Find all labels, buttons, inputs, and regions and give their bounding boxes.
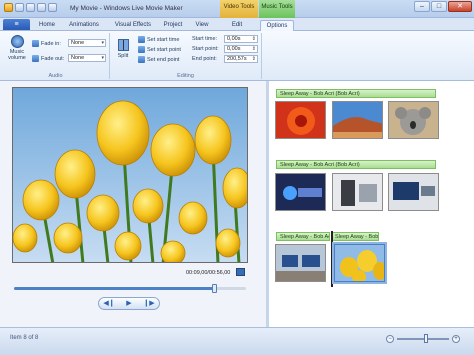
save-icon[interactable]	[15, 3, 24, 12]
fade-in-dropdown[interactable]: None	[68, 39, 106, 47]
desk-image	[389, 174, 438, 210]
fullscreen-button[interactable]	[236, 268, 245, 276]
clip-thumbnail-7[interactable]	[275, 244, 326, 282]
audio-group: Music volume Fade in: None Fade out: Non…	[2, 33, 110, 79]
playback-cursor[interactable]	[331, 231, 333, 287]
set-end-point-button[interactable]: Set end point	[138, 56, 179, 63]
end-point-icon	[138, 56, 145, 63]
koala-image	[389, 102, 438, 138]
context-group-video-tools: Video Tools	[220, 0, 258, 18]
music-caption-split[interactable]: Sleep Away - Bob Acri (Bob Acri)	[331, 232, 379, 241]
playback-controls: ◀❙ ▶ ❙▶	[98, 297, 160, 310]
clip-thumbnail-2[interactable]	[332, 101, 383, 139]
tab-project[interactable]: Project	[160, 20, 186, 31]
desert-image	[333, 102, 382, 138]
tulips-image	[13, 88, 247, 262]
storyboard: Sleep Away - Bob Acri (Bob Acri) Sleep A…	[269, 81, 474, 327]
ribbon-tabs: ≡ Home Animations Visual Effects Project…	[0, 18, 474, 31]
start-point-field[interactable]: 0,00s	[224, 45, 258, 53]
close-button[interactable]: ✕	[448, 1, 472, 12]
preview-pane: 00:09,00/00:56,00 ◀❙ ▶ ❙▶	[0, 81, 266, 327]
next-frame-button[interactable]: ❙▶	[139, 298, 159, 309]
music-caption-row-3[interactable]: Sleep Away - Bob Acri (Bob Acri)	[276, 232, 330, 241]
chrysanthemum-image	[276, 102, 325, 138]
fade-out-label: Fade out:	[32, 55, 64, 62]
seek-progress	[14, 287, 214, 290]
fade-out-dropdown[interactable]: None	[68, 54, 106, 62]
qat-dropdown-icon[interactable]	[48, 3, 57, 12]
music-volume-label: Music volume	[8, 49, 26, 61]
start-time-field[interactable]: 0,00s	[224, 35, 258, 43]
editing-group-label: Editing	[177, 73, 194, 79]
set-start-time-button[interactable]: Set start time	[138, 36, 179, 43]
play-button[interactable]: ▶	[119, 298, 139, 309]
quick-access-toolbar	[4, 3, 57, 12]
fade-in-label: Fade in:	[32, 40, 61, 47]
maximize-button[interactable]: □	[431, 1, 447, 12]
seek-thumb[interactable]	[211, 284, 217, 293]
tulips-thumbnail-image	[335, 245, 384, 281]
office-image	[276, 245, 325, 281]
end-point-field[interactable]: 200,57s	[224, 55, 258, 63]
zoom-slider[interactable]: − +	[386, 334, 466, 344]
minimize-button[interactable]: –	[414, 1, 430, 12]
music-volume-icon	[10, 35, 24, 48]
redo-icon[interactable]	[37, 3, 46, 12]
clip-thumbnail-1[interactable]	[275, 101, 326, 139]
audio-group-label: Audio	[48, 73, 63, 79]
window-controls: – □ ✕	[414, 1, 472, 12]
solar-image	[276, 174, 325, 210]
zoom-thumb[interactable]	[423, 334, 428, 343]
clip-thumbnail-5[interactable]	[332, 173, 383, 211]
seek-bar[interactable]	[14, 284, 246, 293]
clip-thumbnail-8[interactable]	[332, 242, 387, 284]
window-title: My Movie - Windows Live Movie Maker	[70, 5, 183, 12]
undo-icon[interactable]	[26, 3, 35, 12]
fade-out-icon	[32, 55, 39, 62]
app-icon[interactable]	[4, 3, 13, 12]
editing-group: Split Set start time Set start point Set…	[110, 33, 262, 79]
split-button[interactable]: Split	[114, 39, 132, 59]
zoom-out-button[interactable]: −	[386, 335, 394, 343]
file-menu-button[interactable]: ≡	[3, 19, 30, 30]
start-time-label: Start time:	[192, 36, 218, 42]
music-caption-row-1[interactable]: Sleep Away - Bob Acri (Bob Acri)	[276, 89, 436, 98]
status-bar: Item 8 of 8 − +	[0, 327, 474, 355]
clock-icon	[138, 36, 145, 43]
title-bar: My Movie - Windows Live Movie Maker Vide…	[0, 0, 474, 18]
clip-thumbnail-4[interactable]	[275, 173, 326, 211]
fade-in-icon	[32, 40, 39, 47]
tab-animations[interactable]: Animations	[62, 20, 106, 31]
music-volume-button[interactable]: Music volume	[6, 35, 28, 61]
timecode-display: 00:09,00/00:56,00	[186, 270, 231, 276]
tab-options[interactable]: Options	[260, 20, 294, 31]
start-point-label: Start point:	[192, 46, 219, 52]
music-caption-row-2[interactable]: Sleep Away - Bob Acri (Bob Acri)	[276, 160, 436, 169]
zoom-in-button[interactable]: +	[452, 335, 460, 343]
ribbon: Music volume Fade in: None Fade out: Non…	[0, 31, 474, 81]
end-point-label: End point:	[192, 56, 217, 62]
start-point-icon	[138, 46, 145, 53]
movie-maker-window: My Movie - Windows Live Movie Maker Vide…	[0, 0, 474, 355]
previous-frame-button[interactable]: ◀❙	[99, 298, 119, 309]
clip-thumbnail-3[interactable]	[388, 101, 439, 139]
set-start-point-button[interactable]: Set start point	[138, 46, 181, 53]
item-count: Item 8 of 8	[10, 335, 39, 341]
split-label: Split	[117, 53, 129, 59]
tab-view[interactable]: View	[190, 20, 214, 31]
tab-visual-effects[interactable]: Visual Effects	[110, 20, 156, 31]
clip-thumbnail-6[interactable]	[388, 173, 439, 211]
hardware-image	[333, 174, 382, 210]
context-group-music-tools: Music Tools	[259, 0, 295, 18]
tab-home[interactable]: Home	[35, 20, 59, 31]
tab-edit[interactable]: Edit	[222, 20, 252, 31]
split-icon	[117, 39, 129, 51]
video-preview[interactable]	[12, 87, 248, 263]
